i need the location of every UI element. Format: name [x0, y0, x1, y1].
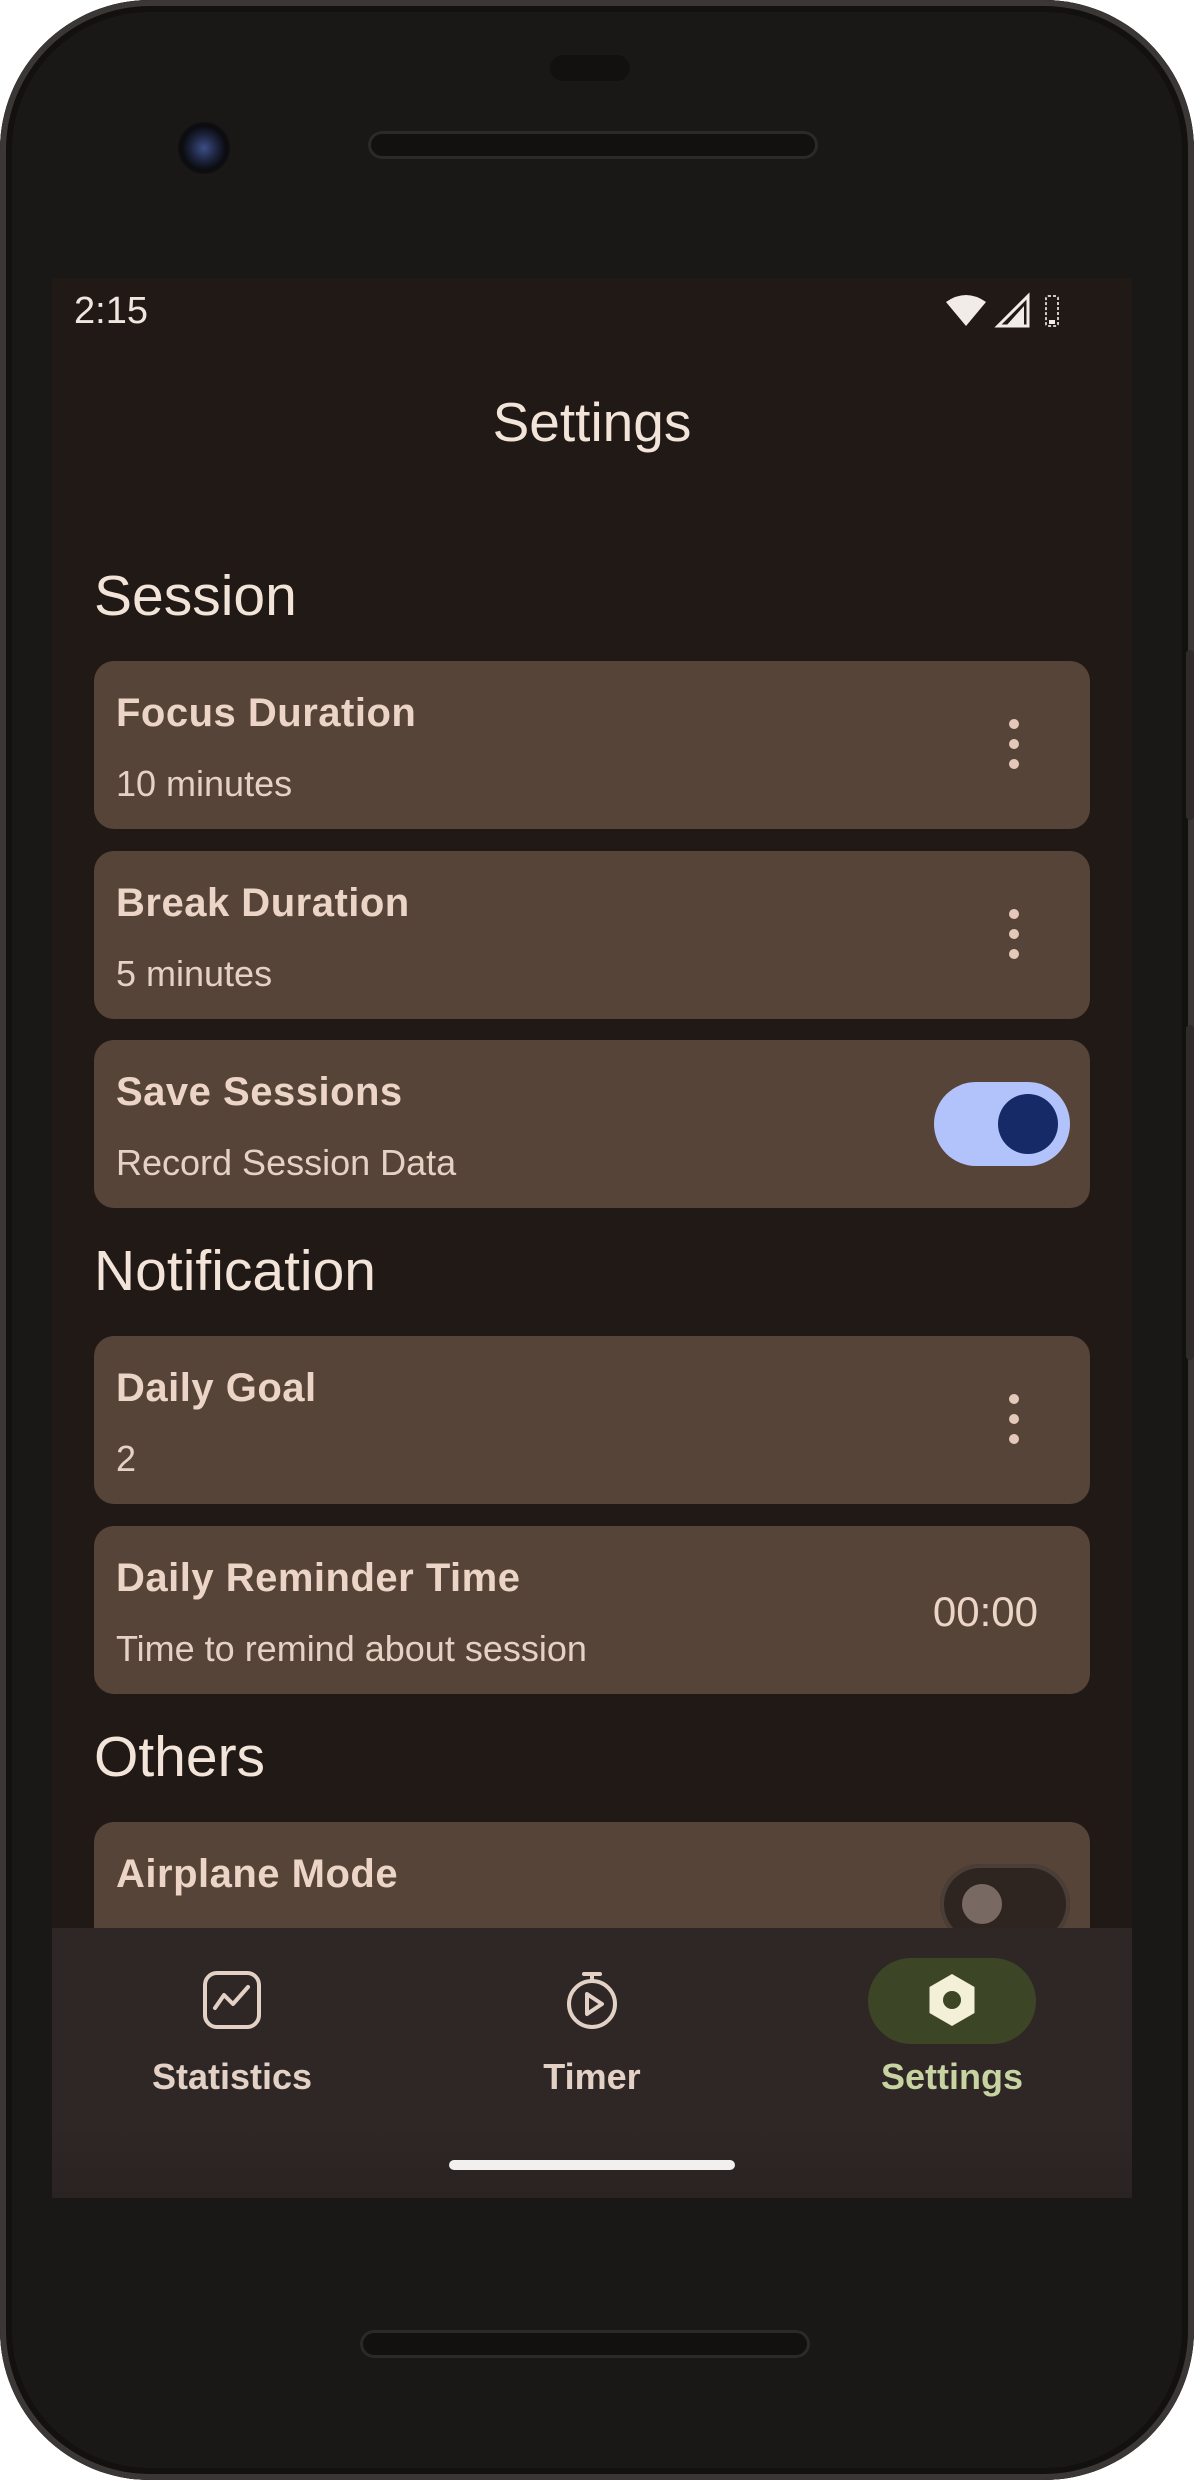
proximity-sensor [550, 55, 630, 81]
nav-item-settings[interactable]: Settings [772, 1928, 1132, 2128]
save-sessions-toggle[interactable] [934, 1082, 1070, 1166]
nav-label: Timer [543, 2056, 641, 2097]
settings-icon [929, 1974, 975, 2026]
nav-label: Settings [880, 2056, 1023, 2097]
section-heading-notification: Notification [94, 1239, 376, 1303]
app-screen: 2:15 Settings Session Focus Duration 10 … [52, 278, 1132, 2198]
setting-title: Break Duration [116, 881, 410, 925]
phone-frame: 2:15 Settings Session Focus Duration 10 … [0, 0, 1194, 2480]
setting-focus-duration[interactable]: Focus Duration 10 minutes [94, 661, 1090, 829]
setting-title: Daily Goal [116, 1366, 317, 1410]
setting-title: Airplane Mode [116, 1852, 399, 1896]
front-camera [178, 122, 230, 174]
battery-icon [1045, 295, 1059, 327]
section-heading-session: Session [94, 564, 297, 628]
setting-value: 5 minutes [116, 953, 273, 994]
wifi-icon [946, 295, 986, 326]
setting-description: Time to remind about session [116, 1628, 587, 1669]
power-button [1186, 650, 1194, 820]
status-time: 2:15 [74, 290, 148, 332]
setting-daily-goal[interactable]: Daily Goal 2 [94, 1336, 1090, 1504]
top-speaker [368, 131, 818, 159]
status-bar: 2:15 [52, 278, 1132, 348]
setting-break-duration[interactable]: Break Duration 5 minutes [94, 851, 1090, 1019]
status-icons [942, 292, 1072, 339]
setting-daily-reminder-time[interactable]: Daily Reminder Time Time to remind about… [94, 1526, 1090, 1694]
home-indicator[interactable] [449, 2160, 735, 2170]
chart-icon [203, 1971, 261, 2029]
more-options-icon[interactable] [1008, 1394, 1020, 1446]
section-heading-others: Others [94, 1725, 266, 1789]
page-title: Settings [492, 391, 692, 453]
toggle-knob [962, 1884, 1002, 1924]
nav-item-statistics[interactable]: Statistics [52, 1928, 412, 2128]
setting-value: 10 minutes [116, 763, 293, 804]
setting-title: Daily Reminder Time [116, 1556, 521, 1600]
toggle-knob [998, 1094, 1058, 1154]
reminder-time-value[interactable]: 00:00 [933, 1588, 1038, 1636]
bottom-navigation: Statistics Timer Settings [52, 1928, 1132, 2198]
nav-item-timer[interactable]: Timer [412, 1928, 772, 2128]
setting-description: Record Session Data [116, 1142, 457, 1183]
setting-title: Focus Duration [116, 691, 417, 735]
cellular-signal-icon [994, 292, 1030, 328]
more-options-icon[interactable] [1008, 719, 1020, 771]
bottom-speaker [360, 2330, 810, 2358]
stopwatch-icon [567, 1972, 617, 2029]
setting-title: Save Sessions [116, 1070, 403, 1114]
volume-button [1186, 1025, 1194, 1360]
nav-label: Statistics [151, 2056, 313, 2097]
setting-save-sessions[interactable]: Save Sessions Record Session Data [94, 1040, 1090, 1208]
more-options-icon[interactable] [1008, 909, 1020, 961]
setting-value: 2 [116, 1438, 137, 1479]
